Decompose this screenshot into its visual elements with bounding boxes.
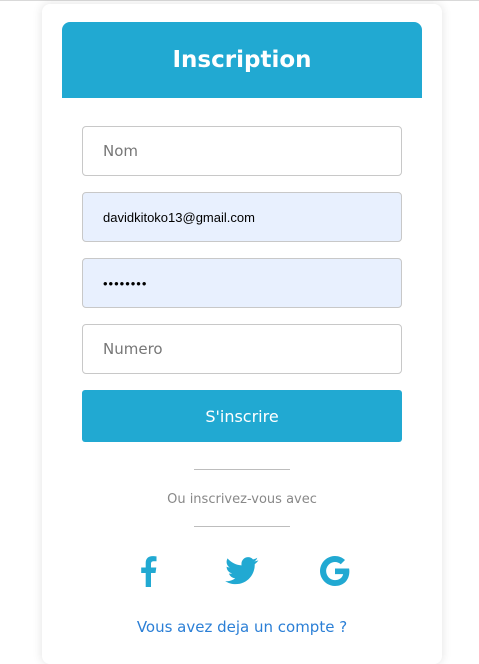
signup-button[interactable]: S'inscrire — [82, 390, 402, 442]
divider-bottom — [194, 526, 290, 527]
page-title: Inscription — [172, 47, 312, 73]
twitter-icon[interactable] — [222, 551, 262, 591]
phone-input[interactable] — [82, 324, 402, 374]
facebook-icon[interactable] — [128, 551, 168, 591]
top-border — [0, 0, 479, 1]
google-icon[interactable] — [315, 551, 355, 591]
divider-top — [194, 469, 290, 470]
card-header: Inscription — [62, 22, 422, 98]
name-input[interactable] — [82, 126, 402, 176]
login-link[interactable]: Vous avez deja un compte ? — [42, 618, 442, 636]
email-input[interactable] — [82, 192, 402, 242]
password-input[interactable] — [82, 258, 402, 308]
alt-signup-text: Ou inscrivez-vous avec — [167, 492, 317, 507]
signup-card: Inscription S'inscrire Ou inscrivez-vous… — [42, 4, 442, 664]
